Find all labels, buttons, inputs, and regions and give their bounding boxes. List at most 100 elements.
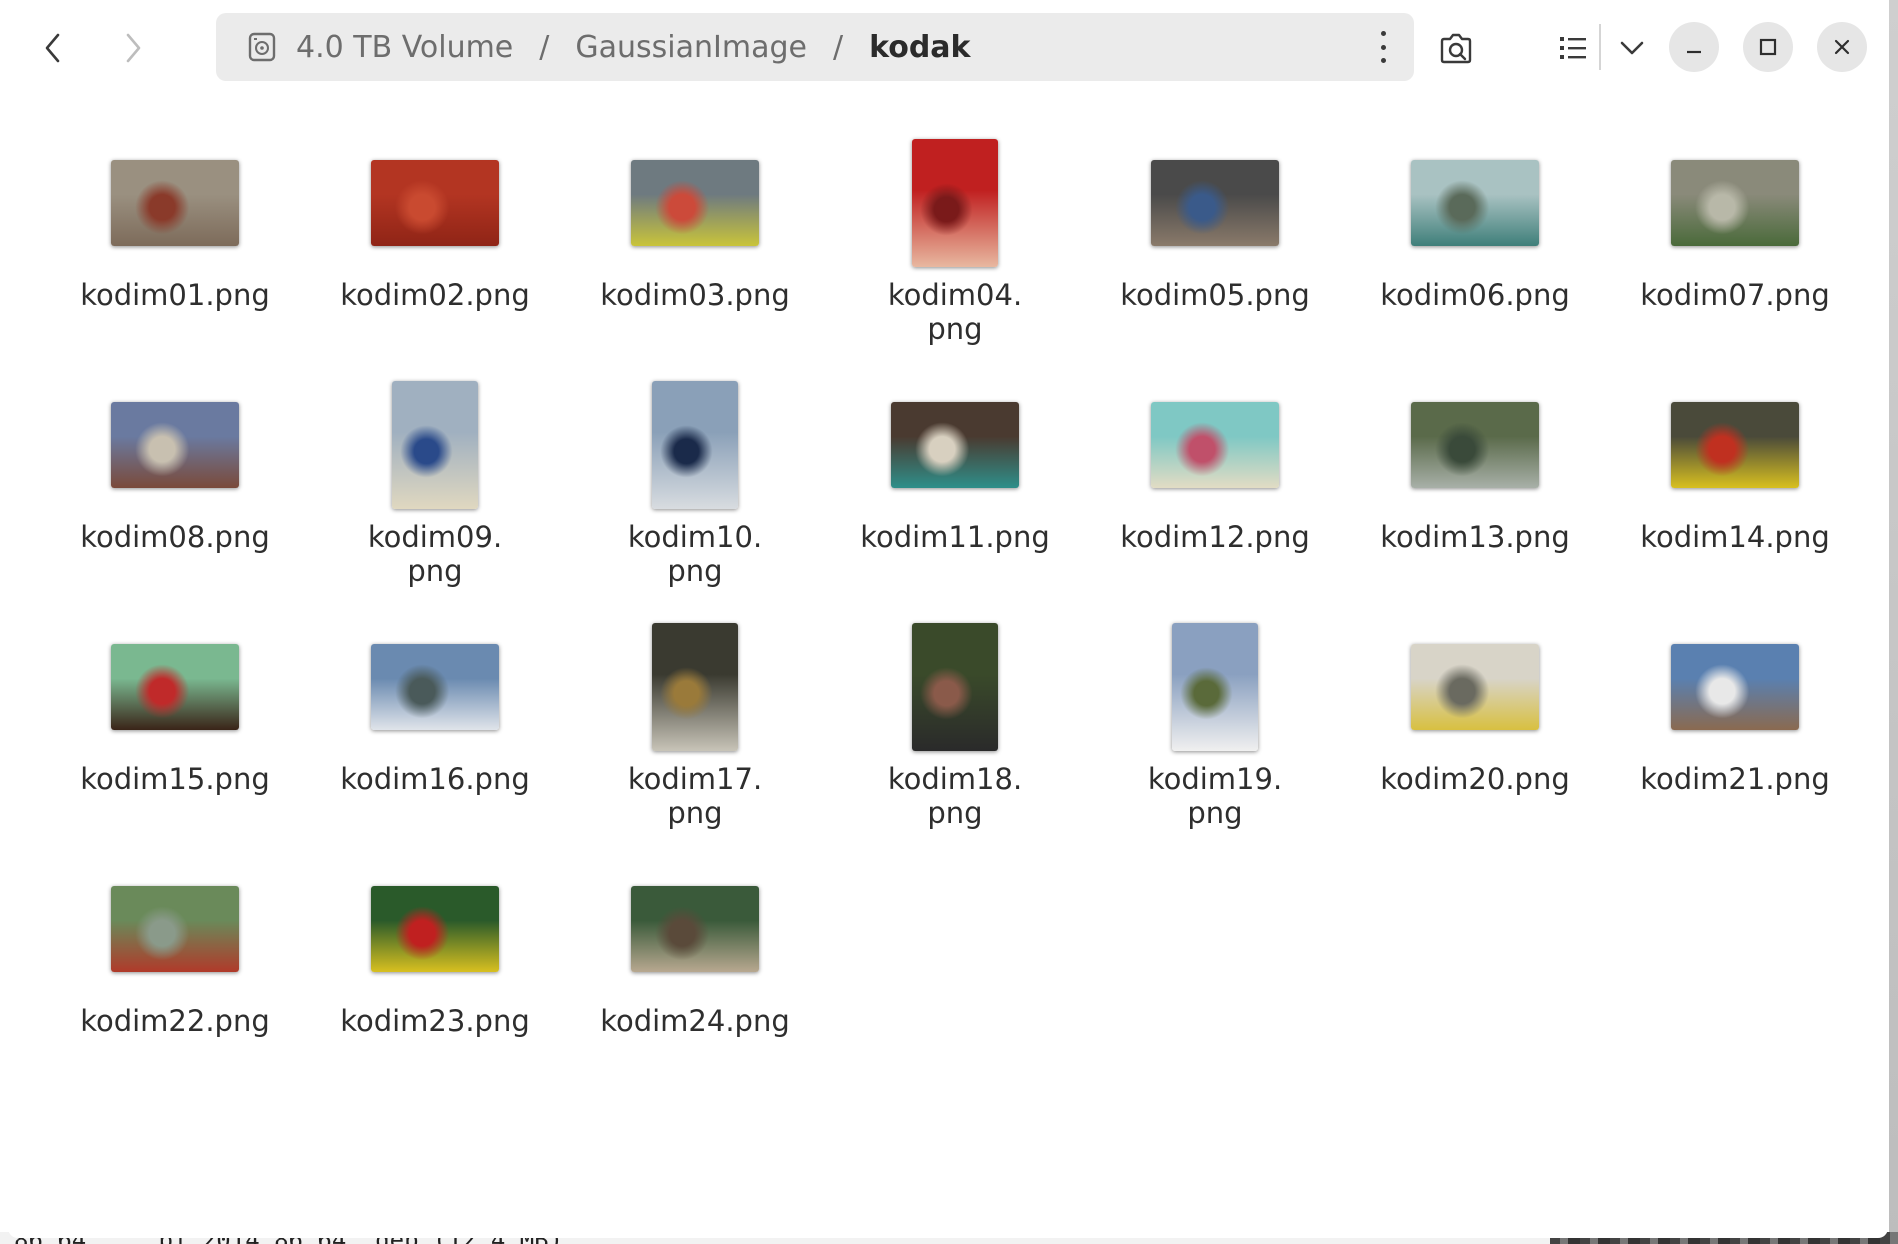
thumbnail-container xyxy=(1355,622,1595,752)
view-options-button[interactable] xyxy=(1606,20,1658,76)
view-button-separator xyxy=(1599,24,1601,70)
thumbnail-container xyxy=(55,622,295,752)
file-name-label: kodim11.png xyxy=(860,520,1050,554)
image-thumbnail[interactable] xyxy=(891,402,1019,488)
breadcrumb-volume[interactable]: 4.0 TB Volume xyxy=(296,30,513,65)
file-name-label: kodim10.png xyxy=(627,520,763,588)
image-thumbnail[interactable] xyxy=(392,381,478,509)
file-name-label: kodim13.png xyxy=(1380,520,1570,554)
image-thumbnail[interactable] xyxy=(1671,402,1799,488)
back-button[interactable] xyxy=(25,20,81,76)
thumbnail-container xyxy=(1095,138,1335,268)
thumbnail-container xyxy=(1355,138,1595,268)
list-view-icon xyxy=(1560,37,1586,59)
thumbnail-container xyxy=(575,380,815,510)
close-icon xyxy=(1834,39,1850,55)
thumbnail-container xyxy=(315,380,555,510)
image-thumbnail[interactable] xyxy=(111,402,239,488)
maximize-button[interactable] xyxy=(1743,22,1793,72)
file-name-label: kodim04.png xyxy=(887,278,1023,346)
breadcrumb-current-folder[interactable]: kodak xyxy=(869,30,970,65)
file-name-label: kodim08.png xyxy=(80,520,270,554)
thumbnail-container xyxy=(55,864,295,994)
file-name-label: kodim01.png xyxy=(80,278,270,312)
thumbnail-container xyxy=(1615,138,1855,268)
file-manager-window: 4.0 TB Volume / GaussianImage / kodak ko… xyxy=(8,0,1888,1238)
thumbnail-container xyxy=(835,380,1075,510)
harddisk-icon xyxy=(248,32,276,62)
thumbnail-container xyxy=(1355,380,1595,510)
search-icon xyxy=(1440,33,1472,64)
file-name-label: kodim16.png xyxy=(340,762,530,796)
image-thumbnail[interactable] xyxy=(1411,644,1539,730)
file-name-label: kodim18.png xyxy=(887,762,1023,830)
forward-button[interactable] xyxy=(105,20,161,76)
list-view-button[interactable] xyxy=(1548,20,1598,76)
chevron-right-icon xyxy=(126,33,141,63)
image-thumbnail[interactable] xyxy=(631,160,759,246)
search-button[interactable] xyxy=(1428,20,1484,76)
file-name-label: kodim15.png xyxy=(80,762,270,796)
image-thumbnail[interactable] xyxy=(912,139,998,267)
file-name-label: kodim06.png xyxy=(1380,278,1570,312)
image-thumbnail[interactable] xyxy=(1671,644,1799,730)
image-thumbnail[interactable] xyxy=(1411,160,1539,246)
thumbnail-container xyxy=(835,138,1075,268)
thumbnail-container xyxy=(835,622,1075,752)
thumbnail-container xyxy=(315,138,555,268)
breadcrumb-separator: / xyxy=(832,29,844,65)
image-thumbnail[interactable] xyxy=(371,644,499,730)
file-name-label: kodim22.png xyxy=(80,1004,270,1038)
image-thumbnail[interactable] xyxy=(631,886,759,972)
breadcrumb-separator: / xyxy=(539,29,550,65)
image-thumbnail[interactable] xyxy=(371,886,499,972)
image-thumbnail[interactable] xyxy=(1151,160,1279,246)
thumbnail-container xyxy=(315,864,555,994)
image-thumbnail[interactable] xyxy=(1151,402,1279,488)
minimize-button[interactable] xyxy=(1669,22,1719,72)
image-thumbnail[interactable] xyxy=(1411,402,1539,488)
thumbnail-container xyxy=(1615,622,1855,752)
desktop-background-strip xyxy=(1889,0,1898,1244)
breadcrumb-gaussianimage[interactable]: GaussianImage xyxy=(575,30,807,65)
thumbnail-container xyxy=(315,622,555,752)
image-thumbnail[interactable] xyxy=(652,381,738,509)
minimize-icon xyxy=(1687,50,1701,54)
thumbnail-container xyxy=(1095,622,1335,752)
file-name-label: kodim24.png xyxy=(600,1004,790,1038)
path-bar[interactable]: 4.0 TB Volume / GaussianImage / kodak xyxy=(216,13,1414,81)
image-thumbnail[interactable] xyxy=(652,623,738,751)
file-name-label: kodim17.png xyxy=(627,762,763,830)
file-name-label: kodim12.png xyxy=(1120,520,1310,554)
image-thumbnail[interactable] xyxy=(1671,160,1799,246)
thumbnail-container xyxy=(575,622,815,752)
file-name-label: kodim05.png xyxy=(1120,278,1310,312)
file-name-label: kodim14.png xyxy=(1640,520,1830,554)
image-thumbnail[interactable] xyxy=(111,160,239,246)
thumbnail-container xyxy=(1615,380,1855,510)
vertical-dots-icon[interactable] xyxy=(1376,31,1390,63)
thumbnail-container xyxy=(1095,380,1335,510)
thumbnail-container xyxy=(575,138,815,268)
file-name-label: kodim19.png xyxy=(1147,762,1283,830)
file-name-label: kodim07.png xyxy=(1640,278,1830,312)
close-button[interactable] xyxy=(1817,22,1867,72)
file-name-label: kodim20.png xyxy=(1380,762,1570,796)
chevron-down-icon xyxy=(1620,41,1644,55)
file-name-label: kodim03.png xyxy=(600,278,790,312)
header-bar: 4.0 TB Volume / GaussianImage / kodak xyxy=(8,0,1888,92)
image-thumbnail[interactable] xyxy=(111,886,239,972)
file-name-label: kodim23.png xyxy=(340,1004,530,1038)
image-thumbnail[interactable] xyxy=(111,644,239,730)
image-thumbnail[interactable] xyxy=(1172,623,1258,751)
file-name-label: kodim02.png xyxy=(340,278,530,312)
thumbnail-container xyxy=(55,380,295,510)
chevron-left-icon xyxy=(45,33,60,63)
file-name-label: kodim21.png xyxy=(1640,762,1830,796)
thumbnail-container xyxy=(575,864,815,994)
thumbnail-container xyxy=(55,138,295,268)
maximize-icon xyxy=(1759,38,1777,56)
file-name-label: kodim09.png xyxy=(367,520,503,588)
image-thumbnail[interactable] xyxy=(371,160,499,246)
image-thumbnail[interactable] xyxy=(912,623,998,751)
